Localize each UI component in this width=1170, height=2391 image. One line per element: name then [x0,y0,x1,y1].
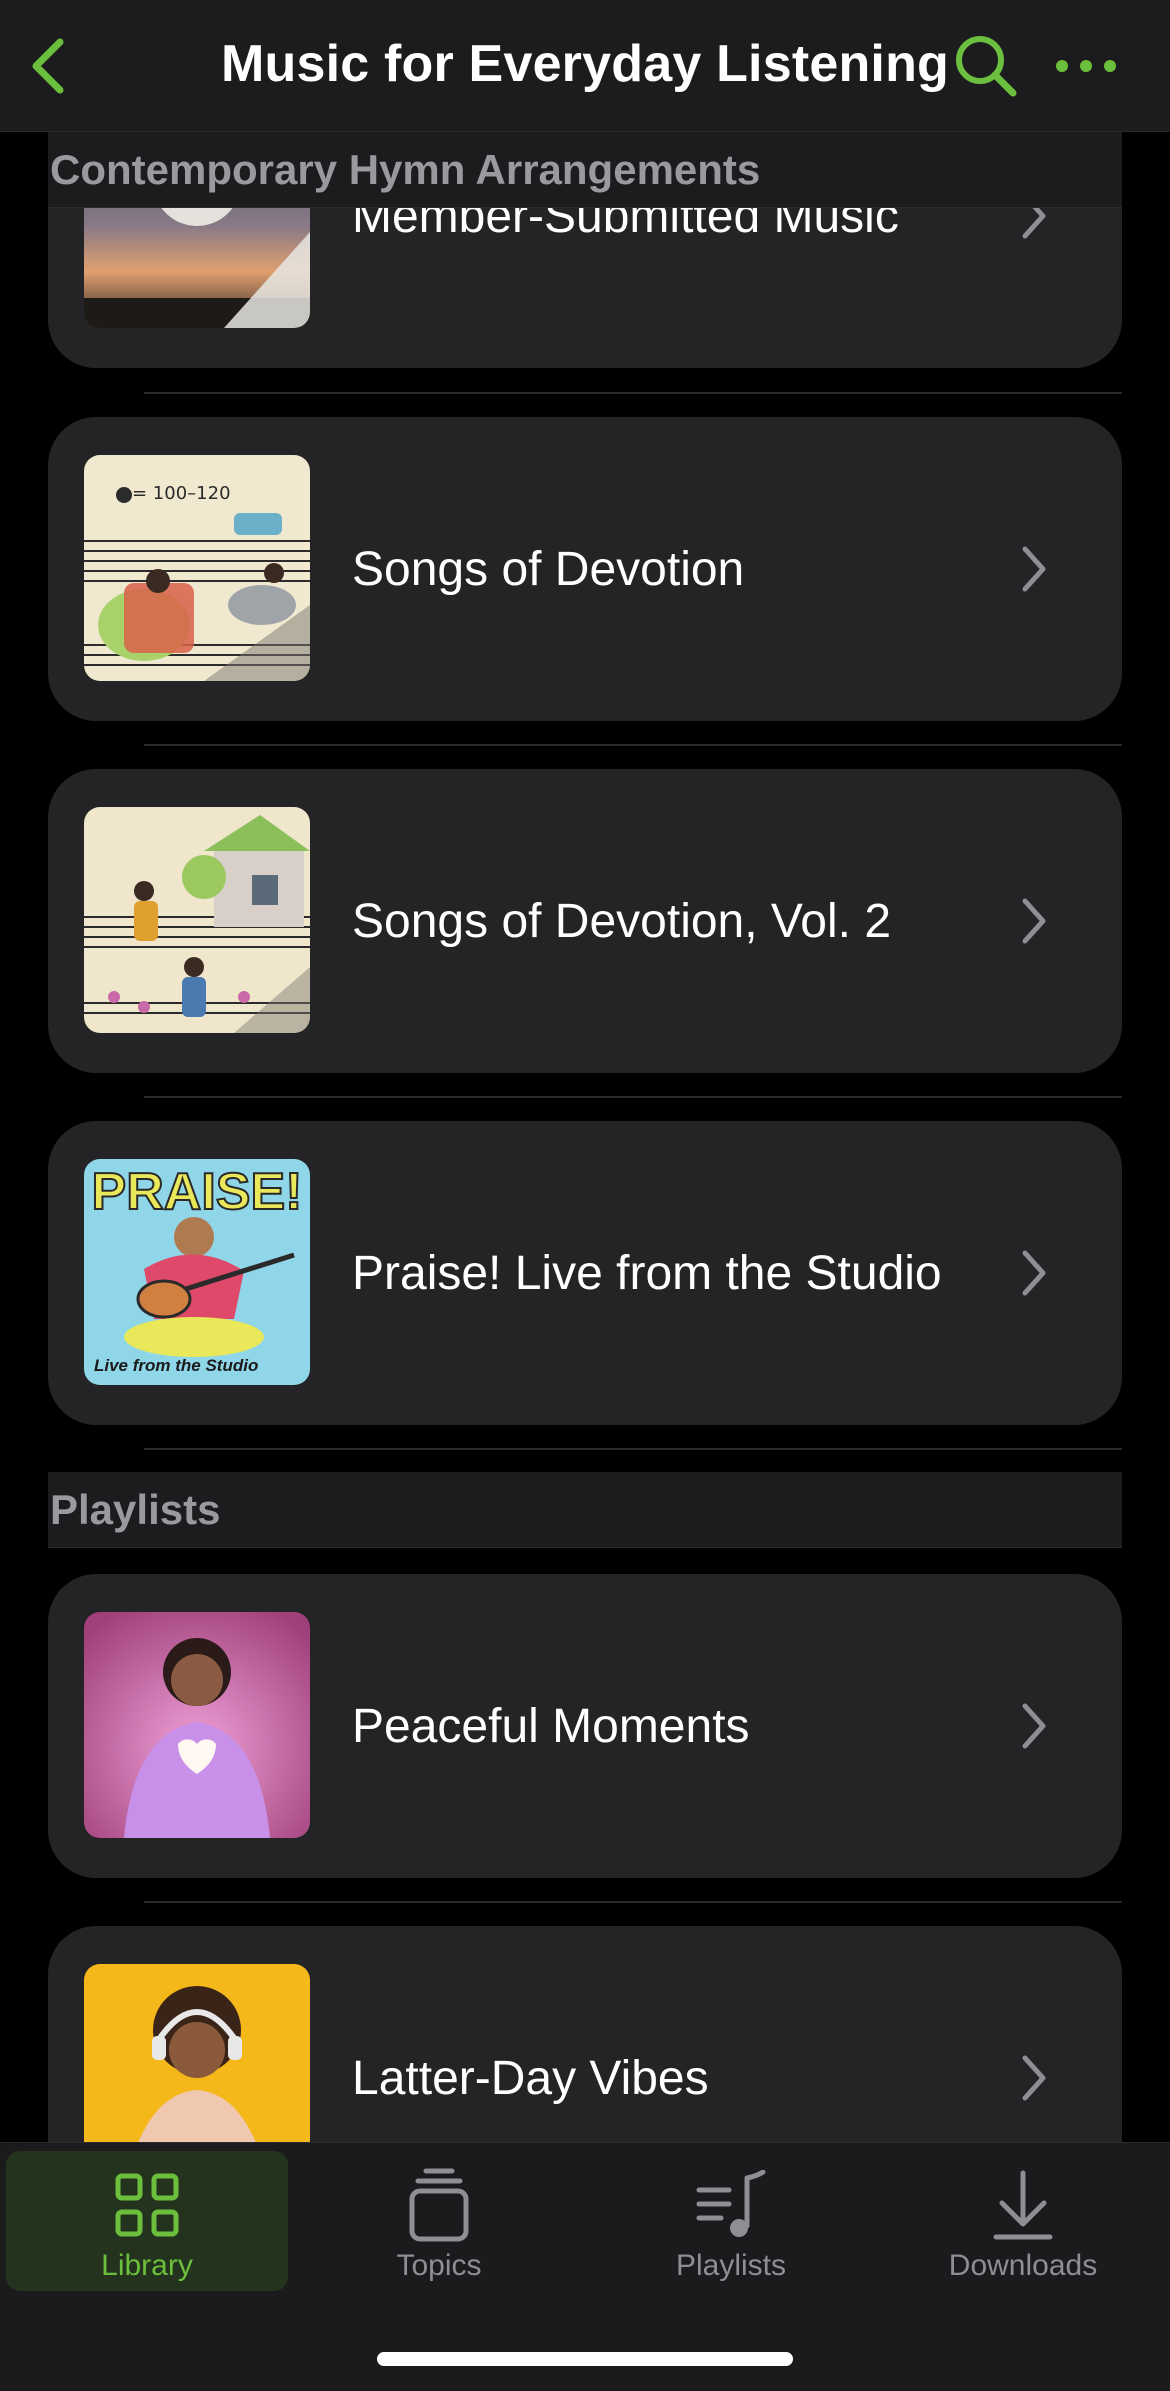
album-art-latter-day-vibes [84,1964,310,2142]
tempo-marking: = 100–120 [132,483,231,504]
collection-card-praise-live[interactable]: PRAISE! Live from the Studio Praise! Liv… [48,1121,1122,1425]
playlist-icon [695,2169,767,2241]
tab-label: Library [101,2249,193,2282]
collection-title: Songs of Devotion, Vol. 2 [352,894,892,948]
playlist-card-latter-day-vibes[interactable]: Latter-Day Vibes [48,1926,1122,2142]
playlist-title: Peaceful Moments [352,1699,750,1753]
search-button[interactable] [950,30,1022,102]
divider [144,1096,1122,1098]
playlist-title: Latter-Day Vibes [352,2051,709,2105]
album-art-songs-of-devotion: = 100–120 [84,455,310,681]
topics-icon [408,2168,470,2242]
art-caption: Live from the Studio [94,1356,258,1375]
app-screen: Music for Everyday Listening Member-Subm… [0,0,1170,2391]
collection-title: Praise! Live from the Studio [352,1246,942,1300]
album-art-peaceful-moments [84,1612,310,1838]
section-header-playlists: Playlists [48,1472,1122,1548]
album-art-songs-of-devotion-vol-2 [84,807,310,1033]
tab-downloads[interactable]: Downloads [882,2151,1164,2291]
tab-label: Topics [396,2249,482,2282]
ellipsis-icon [1056,60,1116,72]
download-icon [992,2169,1054,2241]
chevron-right-icon [1004,539,1064,599]
art-logo-text: PRAISE! [92,1163,303,1221]
search-icon [956,36,1017,97]
tab-label: Downloads [948,2249,1098,2282]
collection-card-songs-of-devotion-vol-2[interactable]: Songs of Devotion, Vol. 2 [48,769,1122,1073]
chevron-right-icon [1004,1696,1064,1756]
collection-title: Songs of Devotion [352,542,745,596]
tab-playlists[interactable]: Playlists [590,2151,872,2291]
library-list[interactable]: Member-Submitted Music Contemporary Hymn… [0,0,1170,2142]
nav-header: Music for Everyday Listening [0,0,1170,132]
more-button[interactable] [1050,36,1122,96]
divider [144,1901,1122,1903]
album-art-praise-live: PRAISE! Live from the Studio [84,1159,310,1385]
chevron-right-icon [1004,891,1064,951]
section-header-contemporary: Contemporary Hymn Arrangements [48,132,1122,208]
collection-card-songs-of-devotion[interactable]: = 100–120 Songs of Devotion [48,417,1122,721]
divider [144,744,1122,746]
grid-icon [114,2169,180,2241]
divider [144,392,1122,394]
chevron-right-icon [1004,1243,1064,1303]
tab-label: Playlists [675,2249,787,2282]
tab-library[interactable]: Library [6,2151,288,2291]
chevron-right-icon [1004,2048,1064,2108]
playlist-card-peaceful-moments[interactable]: Peaceful Moments [48,1574,1122,1878]
divider [144,1448,1122,1450]
home-indicator[interactable] [377,2352,793,2366]
tab-topics[interactable]: Topics [298,2151,580,2291]
